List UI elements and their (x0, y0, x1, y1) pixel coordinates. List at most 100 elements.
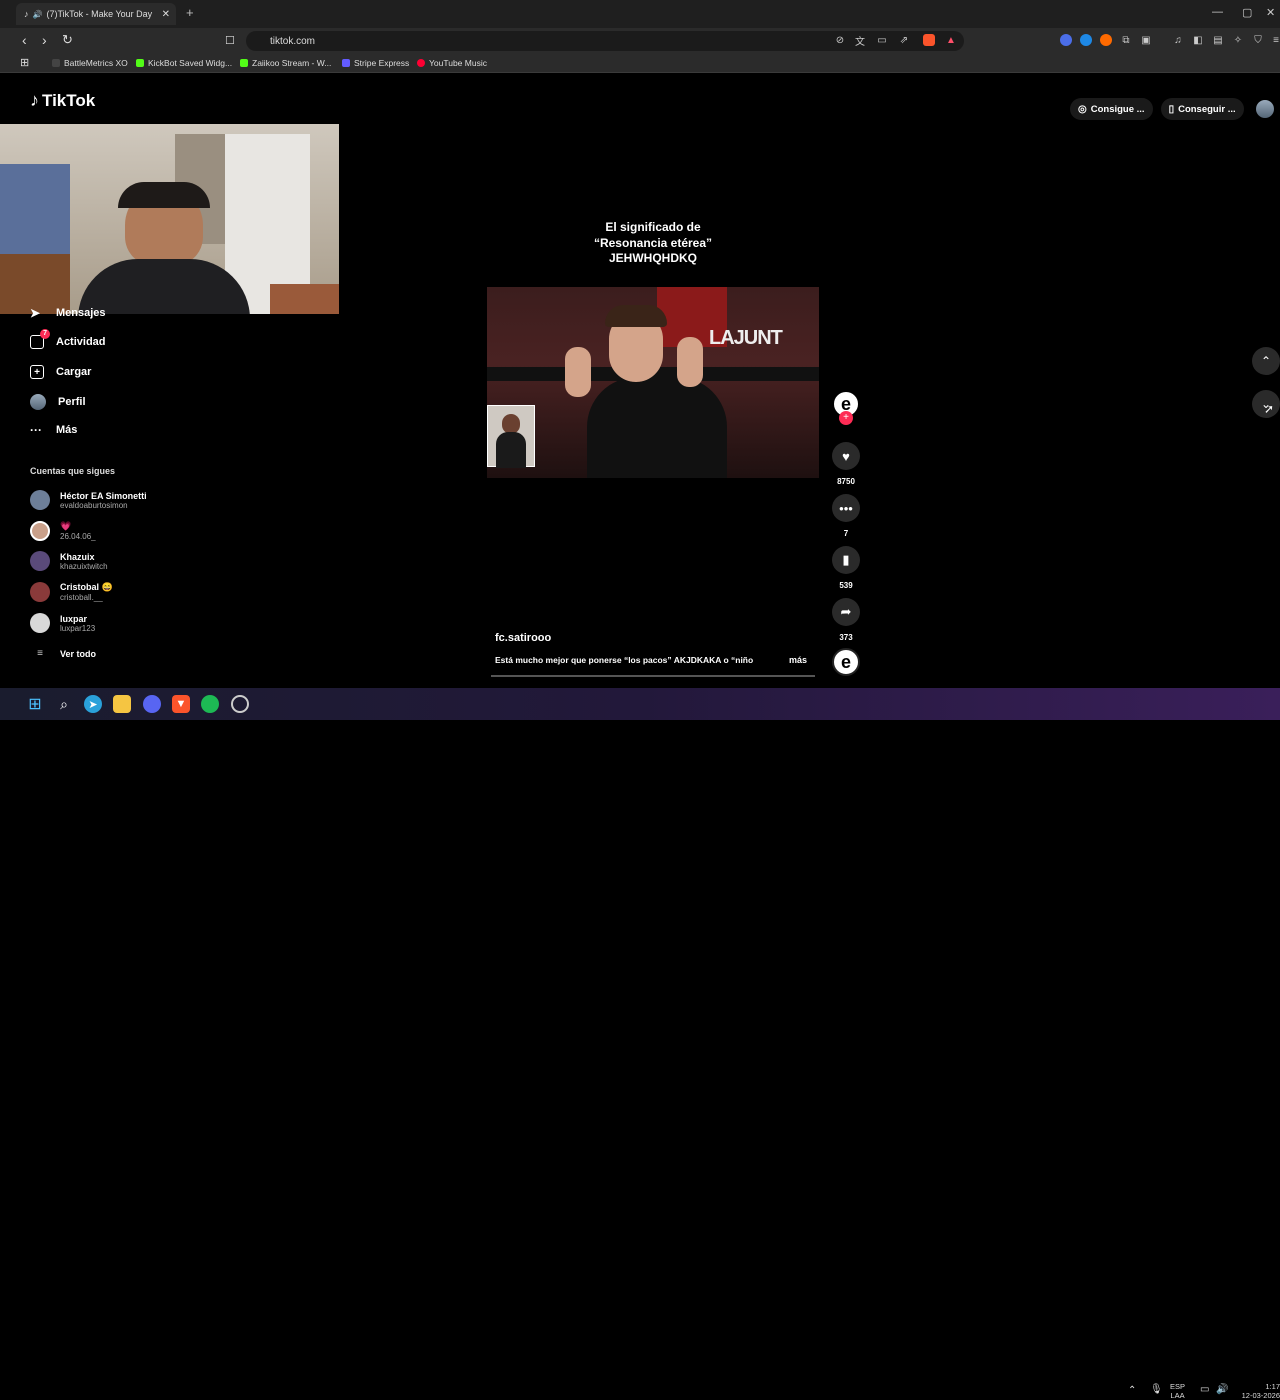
nav-mas[interactable]: ··· Más (30, 423, 77, 437)
nav-cargar[interactable]: + Cargar (30, 365, 91, 379)
nav-label: Perfil (58, 396, 86, 408)
microphone-icon[interactable]: 🎙 (1150, 1385, 1163, 1395)
following-account[interactable]: Héctor EA Simonetti evaldoaburtosimon (30, 490, 147, 510)
clock[interactable]: 1:17 12-03-2026 (1238, 1382, 1280, 1400)
avatar (30, 551, 50, 571)
save-button[interactable]: ▮ 539 (832, 546, 860, 590)
discord-icon[interactable] (143, 695, 161, 713)
brave-browser-icon[interactable]: ▼ (172, 695, 190, 713)
caption-line: JEHWHQHDKQ (608, 251, 697, 265)
nav-perfil[interactable]: Perfil (30, 394, 86, 410)
bookmark-zaiikoo[interactable]: Zaiikoo Stream - W... (240, 58, 331, 68)
app-icon[interactable] (231, 695, 249, 713)
forward-button[interactable]: › (42, 32, 47, 48)
share-count: 373 (839, 633, 853, 642)
menu-icon[interactable]: ≡ (1270, 34, 1280, 46)
activity-badge: 7 (40, 329, 50, 339)
close-tab-icon[interactable]: ✕ (162, 9, 170, 20)
cast-icon[interactable]: ▭ (876, 34, 888, 46)
vpn-icon[interactable]: ⛉ (1252, 34, 1264, 46)
bookmark-youtube-music[interactable]: YouTube Music (417, 58, 487, 68)
more-icon: ··· (30, 423, 42, 437)
chevron-up-icon: ⌃ (1260, 354, 1272, 368)
network-icon[interactable]: ▭ (1200, 1385, 1209, 1395)
new-tab-button[interactable]: + (186, 5, 194, 20)
account-handle: khazuixtwitch (60, 561, 108, 571)
following-account[interactable]: 💗 26.04.06_ (30, 521, 96, 541)
avatar (30, 521, 50, 541)
back-button[interactable]: ‹ (22, 32, 27, 48)
bookmark-label: YouTube Music (429, 58, 487, 68)
tray-expand-icon[interactable]: ⌃ (1128, 1386, 1136, 1396)
spotify-icon[interactable] (201, 695, 219, 713)
top-right-actions: ◎ Consigue ... ▯ Conseguir ... (1070, 98, 1274, 120)
get-app-button[interactable]: ▯ Conseguir ... (1160, 98, 1244, 120)
nav-mensajes[interactable]: ➤ Mensajes (30, 306, 106, 320)
file-explorer-icon[interactable] (113, 695, 131, 713)
music-icon[interactable]: ♫ (1172, 34, 1184, 46)
sidebar-icon[interactable]: ▣ (1140, 34, 1152, 46)
coin-icon: ◎ (1078, 103, 1087, 115)
brave-shield-icon[interactable] (923, 34, 935, 46)
reload-button[interactable]: ↻ (62, 32, 73, 48)
minimize-button[interactable]: — (1212, 6, 1223, 18)
see-all-link[interactable]: ≡ Ver todo (30, 648, 96, 659)
caption-line: “Resonancia etérea” (593, 235, 713, 250)
following-title: Cuentas que sigues (30, 466, 116, 476)
apps-grid-icon[interactable]: ⊞ (20, 56, 29, 69)
tiktok-logo[interactable]: ♪ TikTok (30, 90, 95, 111)
video-progress-bar[interactable] (491, 675, 815, 677)
extension-2-icon[interactable] (1080, 34, 1092, 46)
video-author[interactable]: fc.satirooo (495, 632, 551, 644)
extensions-icon[interactable]: ⧉ (1120, 34, 1132, 46)
follow-plus-icon[interactable]: + (839, 411, 853, 425)
bookmark-battlemetrics[interactable]: BattleMetrics XO (52, 58, 128, 68)
nav-label: Actividad (56, 336, 106, 348)
sound-disc-button[interactable]: e (832, 648, 860, 676)
volume-icon[interactable]: 🔊 (1216, 1385, 1228, 1395)
account-handle: cristoball.__ (60, 593, 103, 602)
wallet-icon[interactable]: ▤ (1212, 34, 1224, 46)
bookmark-kickbot[interactable]: KickBot Saved Widg... (136, 58, 232, 68)
video-caption: El significado de “Resonancia etérea” JE… (560, 220, 746, 267)
more-link[interactable]: más (789, 655, 807, 665)
share-icon[interactable]: ⇗ (898, 34, 910, 46)
tiktok-favicon-icon: ♪ (24, 9, 29, 19)
bookmark-favicon-icon (417, 59, 425, 67)
video-player[interactable]: LAJUNT (487, 287, 819, 478)
maximize-button[interactable]: ▢ (1242, 6, 1252, 19)
language-indicator[interactable]: ESP LAA (1170, 1382, 1185, 1400)
extension-3-icon[interactable] (1100, 34, 1112, 46)
bookmark-icon[interactable]: ☐ (225, 34, 235, 47)
leo-icon[interactable]: ✧ (1232, 34, 1244, 46)
bookmark-favicon-icon (240, 59, 248, 67)
close-window-button[interactable]: ✕ (1266, 6, 1275, 19)
following-account[interactable]: Cristobal 😄 cristoball.__ (30, 582, 113, 602)
browser-tab[interactable]: ♪ 🔊 (7)TikTok - Make Your Day ✕ (16, 3, 176, 25)
following-account[interactable]: luxpar luxpar123 (30, 613, 95, 633)
share-button[interactable]: ➦ 373 (832, 598, 860, 642)
bookmark-favicon-icon (342, 59, 350, 67)
brave-rewards-icon[interactable]: ▲ (945, 34, 957, 46)
creator-avatar-button[interactable]: e + (832, 390, 860, 425)
telegram-icon[interactable]: ➤ (84, 695, 102, 713)
reading-icon[interactable]: ◧ (1192, 34, 1204, 46)
like-button[interactable]: ♥ 8750 (832, 442, 860, 486)
windows-taskbar: ⊞ ⌕ ➤ ▼ ⌃ 🎙 ESP LAA ▭ 🔊 1:17 12-03-2026 (0, 688, 1280, 1400)
avatar (30, 613, 50, 633)
nav-actividad[interactable]: 7 Actividad (30, 329, 106, 349)
extension-1-icon[interactable] (1060, 34, 1072, 46)
nav-label: Mensajes (56, 307, 106, 319)
translate-icon[interactable]: 文 (854, 34, 866, 48)
tiktok-note-icon: ♪ (30, 90, 39, 110)
following-account[interactable]: Khazuix khazuixtwitch (30, 551, 108, 571)
previous-video-button[interactable]: ⌃ (1252, 347, 1280, 375)
windows-start-icon[interactable]: ⊞ (26, 695, 44, 713)
get-coins-button[interactable]: ◎ Consigue ... (1070, 98, 1153, 120)
profile-avatar[interactable] (1255, 100, 1274, 118)
avatar (30, 582, 50, 602)
search-icon[interactable]: ⌕ (55, 695, 73, 713)
comment-button[interactable]: ••• 7 (832, 494, 860, 538)
bookmark-stripe[interactable]: Stripe Express (342, 58, 409, 68)
mute-site-icon[interactable]: ⊘ (834, 34, 846, 46)
